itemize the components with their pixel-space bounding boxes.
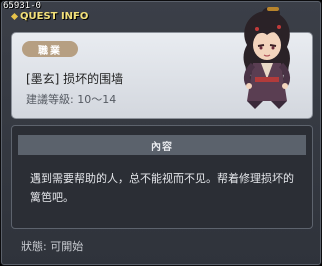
job-badge: 職業 [22,41,78,57]
quest-level: 建議等級: 10～14 [26,91,116,107]
window-title-text: QUEST INFO [20,11,89,22]
status-value: 可開始 [50,240,84,253]
quest-content-panel: 內容 遇到需要帮助的人，总不能视而不见。帮着修理损坏的篱笆吧。 [11,125,313,229]
window-title: QUEST INFO [10,11,89,22]
quest-name: [墨玄] 损坏的围墙 [26,72,124,86]
quest-id: 65931-0 [3,1,41,11]
npc-portrait-icon [243,7,291,109]
level-range: 10～14 [77,93,117,106]
status-label: 狀態: [21,240,47,253]
level-label: 建議等級: [26,93,74,106]
quest-info-window: 65931-0 QUEST INFO 職業 [墨玄] 损坏的围墙 建議等級: 1… [0,0,322,266]
title-bullet-icon [10,12,19,21]
quest-status: 狀態: 可開始 [21,238,83,254]
content-header: 內容 [18,135,306,155]
content-description: 遇到需要帮助的人，总不能视而不见。帮着修理损坏的篱笆吧。 [30,172,294,204]
